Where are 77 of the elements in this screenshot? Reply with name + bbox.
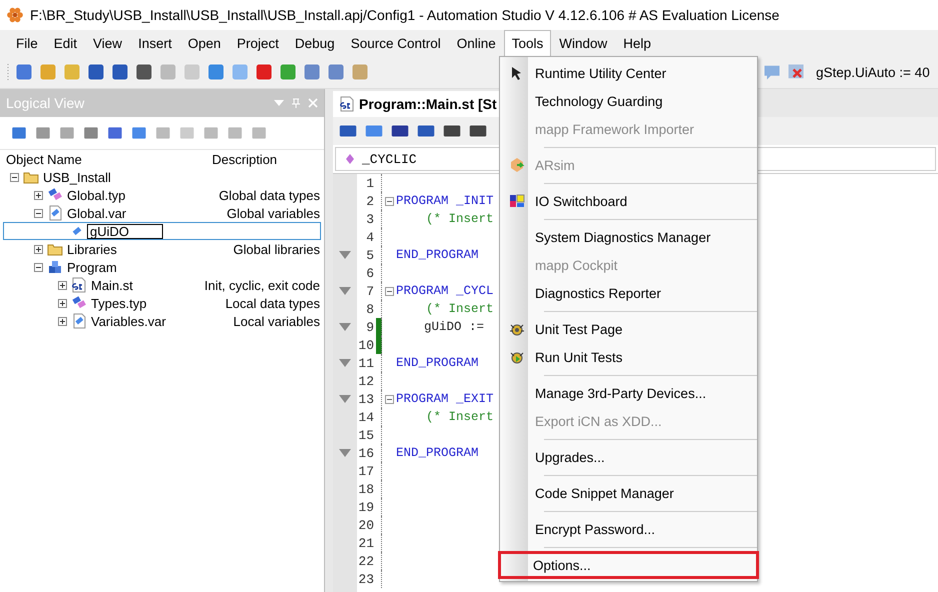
line-number: 8 bbox=[365, 302, 374, 316]
line-number: 17 bbox=[357, 464, 374, 478]
watch-expression-text: gStep.UiAuto := 40 bbox=[816, 64, 930, 80]
line-number: 16 bbox=[357, 446, 374, 460]
line-number: 23 bbox=[357, 572, 374, 586]
menu-item[interactable]: Run Unit Tests bbox=[500, 343, 757, 371]
code-text: PROGRAM _CYCL bbox=[396, 284, 494, 298]
menu-item[interactable]: Unit Test Page bbox=[500, 315, 757, 343]
menu-bar-item[interactable]: Window bbox=[551, 30, 616, 56]
name-input-field[interactable]: gUiDO bbox=[87, 224, 163, 238]
menu-bar-item[interactable]: Open bbox=[180, 30, 229, 56]
line-number: 14 bbox=[357, 410, 374, 424]
tree-item-label[interactable]: Global.var bbox=[67, 206, 126, 220]
menu-bar-item[interactable]: Help bbox=[615, 30, 660, 56]
description-text: Init, cyclic, exit code bbox=[204, 278, 320, 292]
line-number: 6 bbox=[365, 266, 374, 280]
line-number: 13 bbox=[357, 392, 374, 406]
menu-bar-item[interactable]: Debug bbox=[286, 30, 343, 56]
description-text: Local variables bbox=[233, 314, 320, 328]
menu-bar-item[interactable]: Insert bbox=[130, 30, 180, 56]
tree-item-label[interactable]: Types.typ bbox=[91, 296, 147, 310]
menu-item[interactable]: System Diagnostics Manager bbox=[500, 223, 757, 251]
menu-bar-item[interactable]: File bbox=[8, 30, 46, 56]
menu-item[interactable]: Diagnostics Reporter bbox=[500, 279, 757, 307]
menu-item[interactable]: Manage 3rd-Party Devices... bbox=[500, 379, 757, 407]
line-number: 10 bbox=[357, 338, 374, 352]
menu-item[interactable]: Options... bbox=[498, 551, 759, 579]
line-number: 12 bbox=[357, 374, 374, 388]
menu-bar-item[interactable]: Source Control bbox=[342, 30, 449, 56]
description-text: Global data types bbox=[218, 188, 320, 202]
tree-item-label[interactable]: Variables.var bbox=[91, 314, 166, 328]
code-text: gUiDO := bbox=[423, 320, 484, 334]
description-text: Global libraries bbox=[233, 242, 320, 256]
line-number: 22 bbox=[357, 554, 374, 568]
menu-bar-item[interactable]: View bbox=[85, 30, 130, 56]
tree-item-label[interactable]: Global.typ bbox=[67, 188, 126, 202]
menu-item[interactable]: Technology Guarding bbox=[500, 87, 757, 115]
code-text: END_PROGRAM bbox=[396, 248, 479, 262]
line-number: 4 bbox=[365, 230, 374, 244]
code-text: END_PROGRAM bbox=[396, 356, 479, 370]
menu-item[interactable]: Upgrades... bbox=[500, 443, 757, 471]
code-text: END_PROGRAM bbox=[396, 446, 479, 460]
line-number: 18 bbox=[357, 482, 374, 496]
menu-item[interactable]: IO Switchboard bbox=[500, 187, 757, 215]
line-number: 2 bbox=[365, 194, 374, 208]
code-text: (* Insert bbox=[425, 410, 494, 424]
description-text: Local data types bbox=[225, 296, 320, 310]
menu-bar-item[interactable]: Project bbox=[228, 30, 287, 56]
window-title: F:\BR_Study\USB_Install\USB_Install\USB_Install.apj/Config1 - Automation Studio V 4.12.6.106 # AS Evaluation License bbox=[30, 7, 780, 23]
tree-item-label[interactable]: USB_Install bbox=[43, 170, 111, 184]
menu-item[interactable]: Encrypt Password... bbox=[500, 515, 757, 543]
tree-item-label[interactable]: Libraries bbox=[67, 242, 117, 256]
description-text: Global variables bbox=[226, 206, 320, 220]
line-number: 7 bbox=[365, 284, 374, 298]
menu-bar-item[interactable]: Online bbox=[448, 30, 504, 56]
line-number: 1 bbox=[365, 176, 374, 190]
line-number: 3 bbox=[365, 212, 374, 226]
line-number: 21 bbox=[357, 536, 374, 550]
tree-item-label[interactable]: Main.st bbox=[91, 278, 133, 292]
line-number: 9 bbox=[365, 320, 374, 334]
line-number: 15 bbox=[357, 428, 374, 442]
line-number: 20 bbox=[357, 518, 374, 532]
menu-bar-item[interactable]: Tools bbox=[504, 30, 552, 56]
line-number: 11 bbox=[357, 356, 374, 370]
menu-bar-item[interactable]: Edit bbox=[46, 30, 86, 56]
line-number: 19 bbox=[357, 500, 374, 514]
tree-item-label[interactable]: Program bbox=[67, 260, 117, 274]
line-number: 5 bbox=[365, 248, 374, 262]
code-text: PROGRAM _INIT bbox=[396, 194, 494, 208]
menu-item[interactable]: Runtime Utility Center bbox=[500, 59, 757, 87]
menu-item[interactable]: Code Snippet Manager bbox=[500, 479, 757, 507]
tree-row-editing[interactable]: gUiDO bbox=[3, 222, 321, 240]
code-text: (* Insert bbox=[425, 302, 494, 316]
column-header[interactable]: Description bbox=[206, 152, 278, 166]
column-header[interactable]: Object Name bbox=[0, 152, 206, 166]
code-text: (* Insert bbox=[425, 212, 494, 226]
code-text: PROGRAM _EXIT bbox=[396, 392, 494, 406]
